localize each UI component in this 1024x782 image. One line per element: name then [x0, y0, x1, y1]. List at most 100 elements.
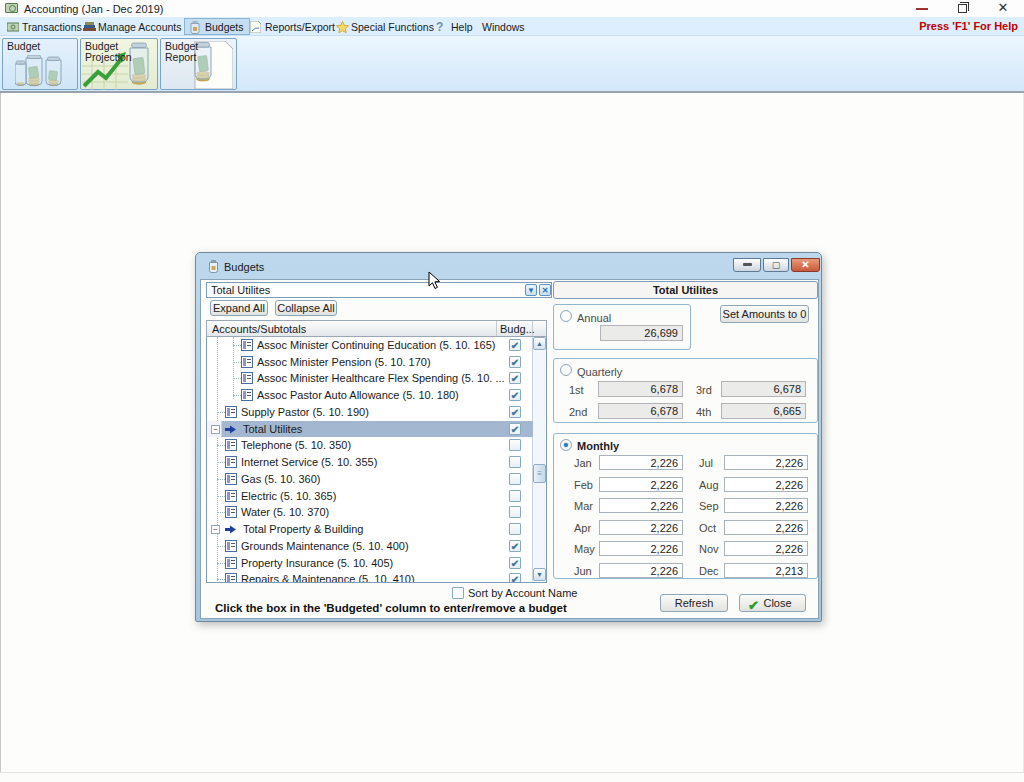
budgeted-checkbox[interactable]: ✔ [509, 423, 521, 435]
tree-row-label: Assoc Minister Pension (5. 10. 170) [257, 356, 431, 368]
month-input[interactable]: 2,226 [599, 455, 683, 470]
window-titlebar: Accounting (Jan - Dec 2019) ✕ [0, 0, 1024, 17]
tree-line [217, 496, 225, 497]
month-input[interactable]: 2,226 [724, 541, 808, 556]
budgeted-checkbox[interactable]: ✔ [509, 406, 521, 418]
budgeted-checkbox[interactable] [509, 439, 521, 451]
month-input[interactable]: 2,226 [599, 498, 683, 513]
menu-transactions[interactable]: Transactions [2, 18, 87, 35]
month-input[interactable]: 2,226 [599, 477, 683, 492]
tree-row-account[interactable]: Assoc Minister Pension (5. 10. 170) ✔ [207, 354, 533, 371]
month-input[interactable]: 2,213 [724, 563, 808, 578]
menu-special-functions[interactable]: Special Functions [331, 18, 439, 35]
tree-row-account[interactable]: Assoc Pastor Auto Allowance (5. 10. 180)… [207, 387, 533, 404]
scroll-up-icon[interactable]: ▲ [533, 337, 546, 350]
tree-header-budgeted[interactable]: Budg... [497, 321, 533, 336]
dialog-minimize-button[interactable] [733, 258, 761, 272]
tree-row-account[interactable]: Telephone (5. 10. 350) [207, 437, 533, 454]
scroll-thumb[interactable]: ≡ [533, 464, 546, 483]
tree-scrollbar[interactable]: ▲ ▼ ≡ [532, 337, 546, 581]
report-icon [250, 21, 262, 33]
budgeted-checkbox[interactable]: ✔ [509, 573, 521, 583]
tree-row-account[interactable]: Grounds Maintenance (5. 10. 400)✔ [207, 538, 533, 555]
window-close-icon[interactable]: ✕ [995, 0, 1011, 16]
month-input[interactable]: 2,226 [599, 520, 683, 535]
tree-row-total[interactable]: −Total Property & Building [207, 521, 533, 538]
month-input[interactable]: 2,226 [724, 477, 808, 492]
sort-label: Sort by Account Name [468, 587, 577, 599]
close-button[interactable]: ✔ Close [739, 594, 806, 612]
budgeted-checkbox[interactable]: ✔ [509, 557, 521, 569]
quarter-label: 1st [569, 384, 584, 396]
annual-input[interactable]: 26,699 [600, 325, 683, 341]
tree-row-account[interactable]: Water (5. 10. 370) [207, 504, 533, 521]
toolbar-budget-projection-button[interactable]: Budget Projection [80, 38, 158, 90]
collapse-all-button[interactable]: Collapse All [275, 300, 337, 316]
tree-row-account[interactable]: Repairs & Maintenance (5. 10. 410)✔ [207, 571, 533, 583]
money-icon [7, 21, 19, 33]
month-label: Jun [574, 565, 592, 577]
budgeted-checkbox[interactable] [509, 523, 521, 535]
tree-line [217, 412, 225, 413]
account-icon [225, 573, 237, 583]
sort-checkbox[interactable] [452, 587, 464, 599]
budgeted-checkbox[interactable]: ✔ [509, 372, 521, 384]
quarterly-radio[interactable] [560, 364, 572, 376]
tree-row-account[interactable]: Electric (5. 10. 365) [207, 488, 533, 505]
tree-row-total[interactable]: −Total Utilites✔ [207, 421, 533, 438]
dialog-maximize-button[interactable]: ▢ [763, 258, 789, 272]
toolbar-budget-button[interactable]: Budget [2, 38, 78, 90]
dialog-close-button[interactable]: ✕ [791, 258, 820, 272]
quarter-input[interactable]: 6,665 [721, 403, 806, 419]
tree-line [217, 445, 225, 446]
menu-windows[interactable]: Windows [477, 18, 530, 35]
toolbar-budget-report-button[interactable]: Budget Report [160, 38, 237, 90]
menu-reports-export[interactable]: Reports/Export [245, 18, 340, 35]
tree-row-account[interactable]: Gas (5. 10. 360) [207, 471, 533, 488]
annual-radio[interactable] [560, 310, 572, 322]
budgeted-checkbox[interactable] [509, 506, 521, 518]
tree-row-account[interactable]: Supply Pastor (5. 10. 190)✔ [207, 404, 533, 421]
tree-row-account[interactable]: Internet Service (5. 10. 355) [207, 454, 533, 471]
menu-help[interactable]: ? Help [431, 18, 478, 35]
month-input[interactable]: 2,226 [724, 455, 808, 470]
month-input[interactable]: 2,226 [599, 541, 683, 556]
budgeted-checkbox[interactable] [509, 456, 521, 468]
window-minimize-icon[interactable] [916, 8, 928, 10]
scroll-down-icon[interactable]: ▼ [533, 568, 546, 581]
quarter-input[interactable]: 6,678 [721, 381, 806, 397]
quarter-input[interactable]: 6,678 [598, 381, 683, 397]
budgeted-checkbox[interactable] [509, 490, 521, 502]
month-label: Sep [699, 500, 719, 512]
monthly-radio[interactable] [560, 439, 572, 451]
menu-label: Reports/Export [265, 21, 335, 33]
month-label: Apr [574, 522, 591, 534]
expand-all-button[interactable]: Expand All [210, 300, 268, 316]
set-amounts-to-0-button[interactable]: Set Amounts to 0 [720, 305, 809, 323]
tree-row-account[interactable]: Assoc Minister Healthcare Flex Spending … [207, 370, 533, 387]
subtotal-combobox[interactable]: Total Utilites ▼ ✕ [206, 282, 552, 298]
budgeted-checkbox[interactable]: ✔ [509, 356, 521, 368]
tree-header-accounts[interactable]: Accounts/Subtotals [207, 321, 497, 336]
budgeted-checkbox[interactable]: ✔ [509, 339, 521, 351]
budgeted-checkbox[interactable]: ✔ [509, 389, 521, 401]
menu-manage-accounts[interactable]: Manage Accounts [78, 18, 186, 35]
budgeted-checkbox[interactable] [509, 473, 521, 485]
tree-row-account[interactable]: Property Insurance (5. 10. 405)✔ [207, 555, 533, 572]
month-input[interactable]: 2,226 [724, 520, 808, 535]
collapse-expander-icon[interactable]: − [211, 525, 220, 534]
menu-budgets[interactable]: Budgets [184, 18, 250, 35]
month-input[interactable]: 2,226 [599, 563, 683, 578]
refresh-button[interactable]: Refresh [660, 594, 728, 612]
window-maximize-icon[interactable] [958, 4, 967, 13]
budgets-dialog: Budgets ▢ ✕ Total Utilites ▼ ✕ Expand Al… [195, 252, 822, 622]
menu-label: Budgets [205, 21, 244, 33]
clear-icon[interactable]: ✕ [539, 284, 551, 296]
month-input[interactable]: 2,226 [724, 498, 808, 513]
tree-row-account[interactable]: Assoc Minister Continuing Education (5. … [207, 337, 533, 354]
account-icon [225, 506, 237, 518]
budgeted-checkbox[interactable]: ✔ [509, 540, 521, 552]
chevron-down-icon[interactable]: ▼ [525, 284, 537, 296]
quarter-input[interactable]: 6,678 [598, 403, 683, 419]
collapse-expander-icon[interactable]: − [211, 425, 220, 434]
